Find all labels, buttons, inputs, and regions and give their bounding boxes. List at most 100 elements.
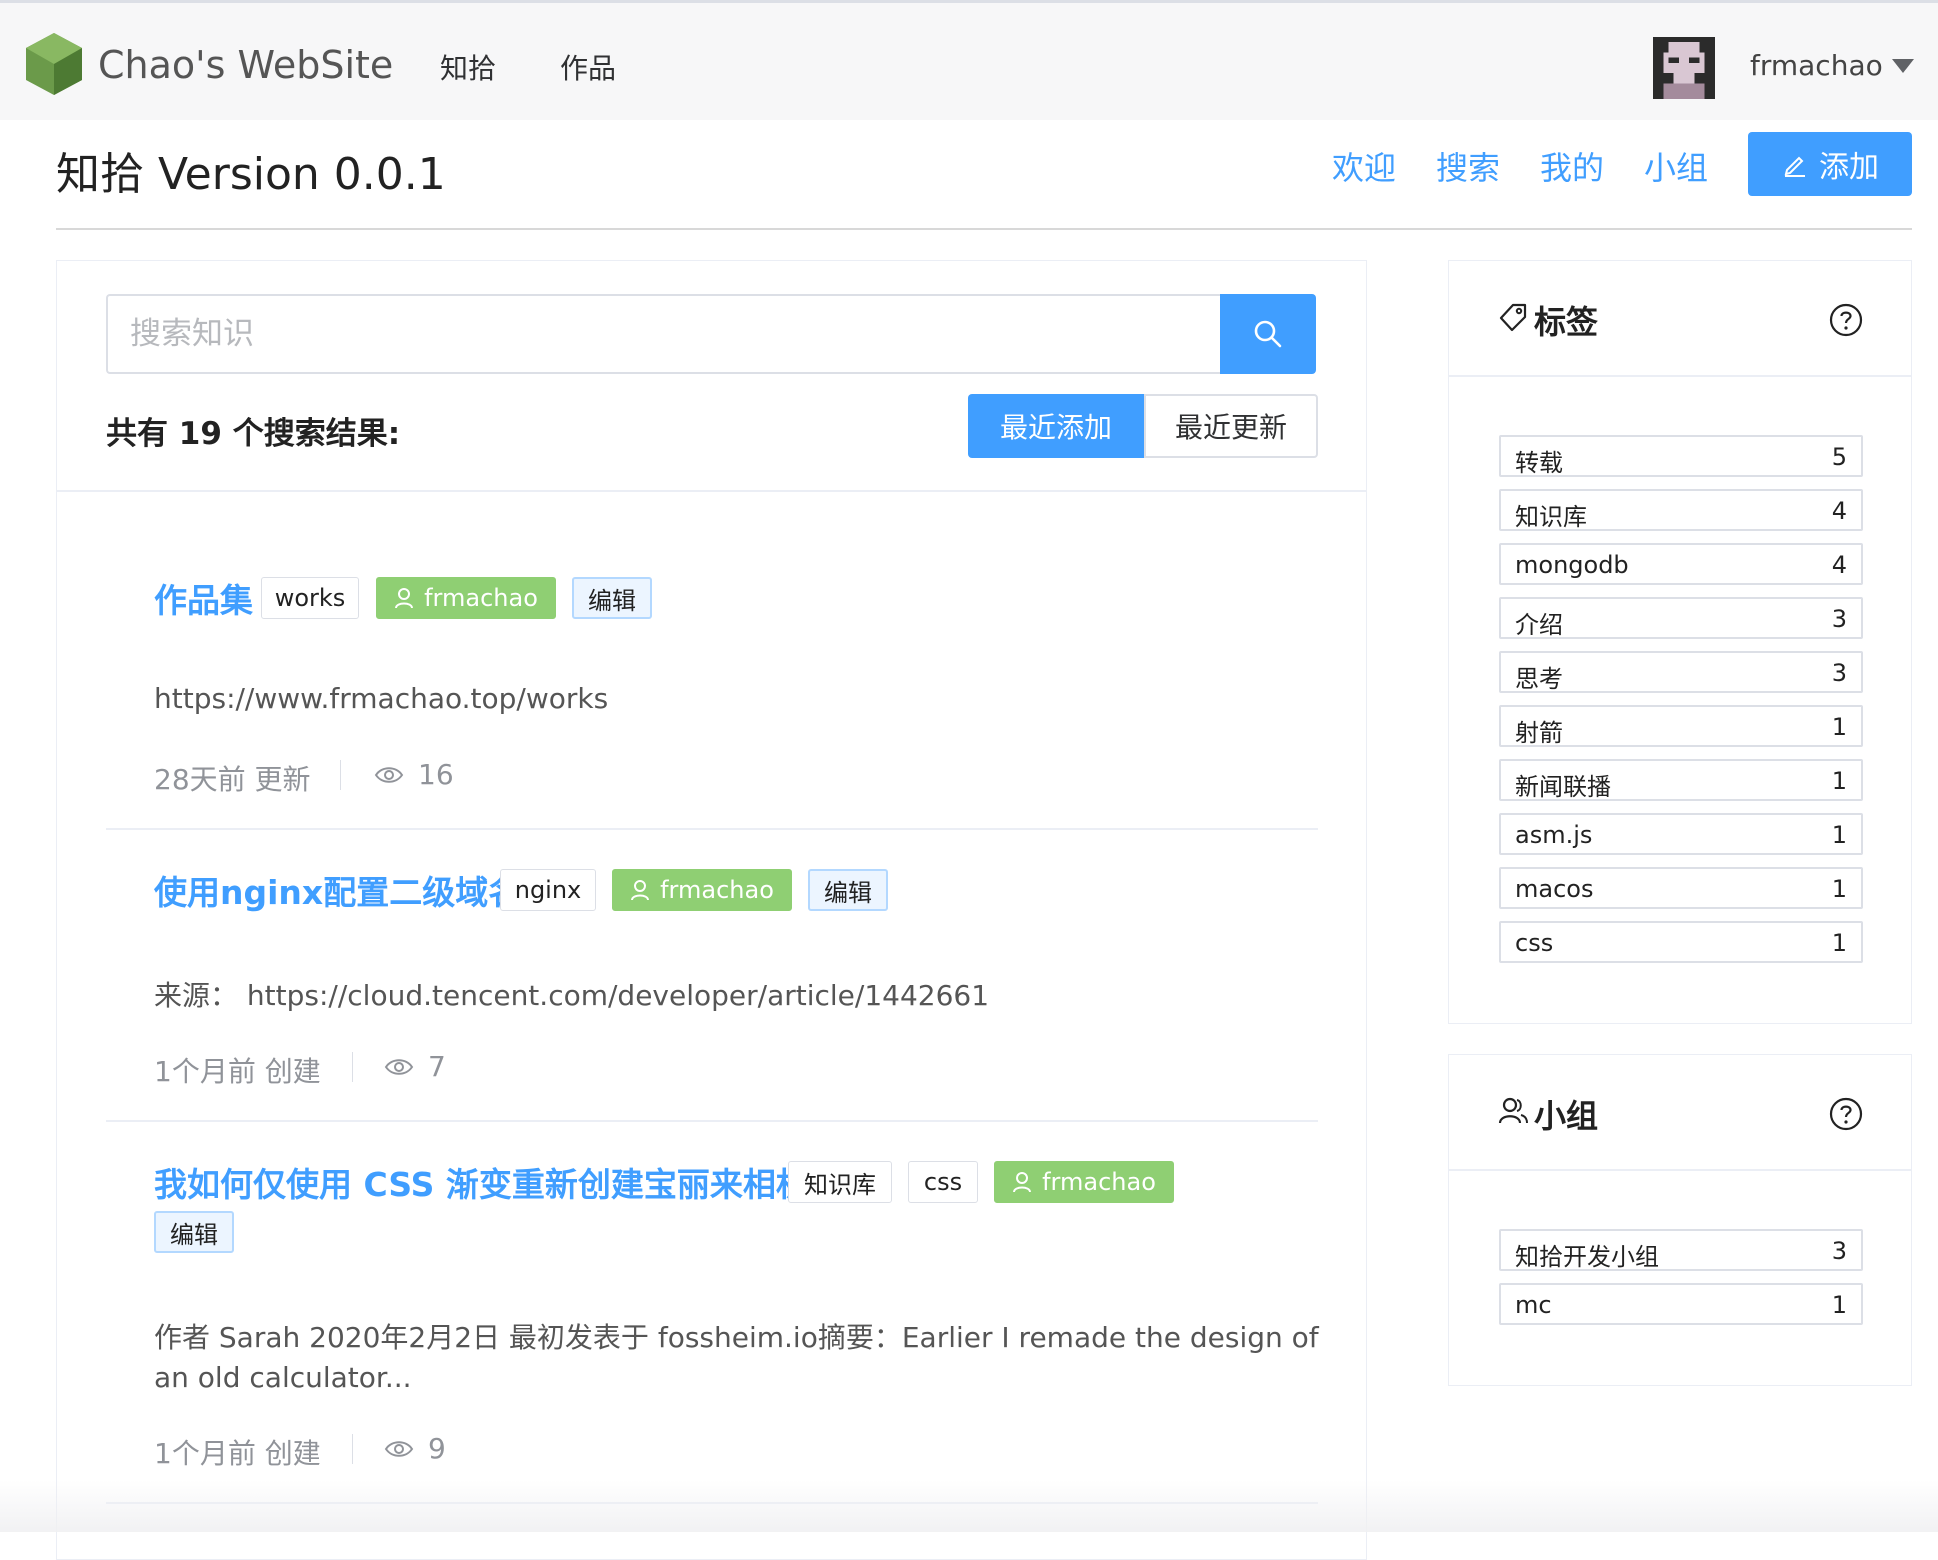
tag-item-count: 1: [1831, 767, 1847, 795]
group-item-count: 1: [1831, 1291, 1847, 1319]
article-tag[interactable]: nginx: [500, 869, 596, 911]
author-tag[interactable]: frmachao: [612, 869, 792, 911]
group-item[interactable]: mc 1: [1499, 1283, 1863, 1325]
tag-item[interactable]: macos 1: [1499, 867, 1863, 909]
avatar[interactable]: [1653, 37, 1715, 99]
tag-item-count: 1: [1831, 821, 1847, 849]
article-title[interactable]: 我如何仅使用 CSS 渐变重新创建宝丽来相机: [154, 1158, 809, 1206]
article-title[interactable]: 使用nginx配置二级域名: [154, 866, 521, 914]
edit-button[interactable]: 编辑: [154, 1211, 234, 1253]
view-count: 7: [428, 1050, 446, 1083]
article-summary-line-2: an old calculator...: [154, 1361, 412, 1394]
bottom-fade: [0, 1480, 1938, 1532]
group-item[interactable]: 知拾开发小组 3: [1499, 1229, 1863, 1271]
tag-item-count: 5: [1831, 443, 1847, 471]
list-divider: [106, 1120, 1318, 1122]
add-button-label: 添加: [1819, 150, 1879, 185]
article-time: 1个月前 创建: [154, 1055, 321, 1088]
list-divider: [106, 828, 1318, 830]
user-icon: [631, 880, 650, 901]
tag-item-label: 新闻联播: [1515, 773, 1611, 801]
tag-item[interactable]: 介绍 3: [1499, 597, 1863, 639]
author-tag[interactable]: frmachao: [376, 577, 556, 619]
tag-item-count: 1: [1831, 929, 1847, 957]
tag-item-count: 3: [1831, 605, 1847, 633]
tag-item-label: 射箭: [1515, 719, 1563, 747]
header-link-mine[interactable]: 我的: [1540, 143, 1604, 189]
tag-item[interactable]: 思考 3: [1499, 651, 1863, 693]
tag-item[interactable]: asm.js 1: [1499, 813, 1863, 855]
tag-item[interactable]: mongodb 4: [1499, 543, 1863, 585]
result-count: 共有 19 个搜索结果:: [106, 416, 401, 452]
meta-divider: [352, 1052, 353, 1082]
username[interactable]: frmachao: [1750, 49, 1883, 82]
meta-divider: [340, 760, 341, 790]
eye-icon: [384, 1441, 414, 1457]
group-item-label: mc: [1515, 1291, 1552, 1319]
group-icon: [1498, 1097, 1528, 1124]
tag-item-label: macos: [1515, 875, 1594, 903]
user-icon: [1013, 1172, 1032, 1193]
search-button[interactable]: [1220, 294, 1316, 374]
groups-panel-header: 小组: [1449, 1055, 1911, 1171]
tags-panel-title: 标签: [1534, 303, 1599, 341]
group-item-label: 知拾开发小组: [1515, 1243, 1659, 1271]
help-icon[interactable]: [1829, 1097, 1863, 1131]
tag-item-count: 4: [1831, 497, 1847, 525]
article-time: 28天前 更新: [154, 763, 311, 796]
tag-item[interactable]: 转载 5: [1499, 435, 1863, 477]
edit-button[interactable]: 编辑: [572, 577, 652, 619]
sort-recent-update-button[interactable]: 最近更新: [1144, 394, 1318, 458]
author-name: frmachao: [660, 876, 774, 904]
author-name: frmachao: [424, 584, 538, 612]
tag-item[interactable]: css 1: [1499, 921, 1863, 963]
nav-link-zhishi[interactable]: 知拾: [440, 47, 496, 87]
view-count: 16: [418, 758, 454, 791]
groups-panel: 小组 知拾开发小组 3 mc 1: [1448, 1054, 1912, 1386]
edit-icon: [1784, 156, 1805, 177]
tag-item-label: 知识库: [1515, 503, 1587, 531]
tag-item-label: 转载: [1515, 449, 1563, 477]
article-summary: https://www.frmachao.top/works: [154, 682, 609, 715]
tag-item-label: 思考: [1515, 665, 1563, 693]
tag-item[interactable]: 射箭 1: [1499, 705, 1863, 747]
tag-item[interactable]: 新闻联播 1: [1499, 759, 1863, 801]
article-tag[interactable]: 知识库: [788, 1161, 892, 1203]
help-icon[interactable]: [1829, 303, 1863, 337]
tag-item-count: 4: [1831, 551, 1847, 579]
article-summary-line-1: 作者 Sarah 2020年2月2日 最初发表于 fossheim.io摘要：E…: [154, 1321, 1319, 1354]
article-time: 1个月前 创建: [154, 1437, 321, 1470]
search-input[interactable]: [106, 294, 1220, 374]
tag-item-count: 3: [1831, 659, 1847, 687]
eye-icon: [384, 1059, 414, 1075]
header-link-groups[interactable]: 小组: [1644, 143, 1708, 189]
tag-item-label: css: [1515, 929, 1554, 957]
tag-item-label: mongodb: [1515, 551, 1629, 579]
meta-divider: [352, 1434, 353, 1464]
sort-recent-add-button[interactable]: 最近添加: [968, 394, 1144, 458]
article-tag[interactable]: css: [908, 1161, 978, 1203]
tags-panel: 标签 转载 5 知识库 4 mongodb 4 介绍 3 思考 3 射箭 1 新闻联播 1 a…: [1448, 260, 1912, 1024]
tag-item[interactable]: 知识库 4: [1499, 489, 1863, 531]
page-title: 知拾 Version 0.0.1: [56, 149, 446, 200]
tag-item-label: 介绍: [1515, 611, 1563, 639]
hexagon-logo-icon[interactable]: [24, 31, 84, 97]
tag-item-label: asm.js: [1515, 821, 1593, 849]
nav-link-works[interactable]: 作品: [560, 47, 616, 87]
article-title[interactable]: 作品集: [154, 574, 253, 622]
header-link-search[interactable]: 搜索: [1436, 143, 1500, 189]
author-name: frmachao: [1042, 1168, 1156, 1196]
top-navbar: Chao's WebSite 知拾 作品 frmachao: [0, 0, 1938, 120]
author-tag[interactable]: frmachao: [994, 1161, 1174, 1203]
card-divider: [57, 490, 1366, 492]
article-tag[interactable]: works: [261, 577, 359, 619]
add-button[interactable]: 添加: [1748, 132, 1912, 196]
header-divider: [56, 228, 1912, 230]
caret-down-icon[interactable]: [1892, 59, 1914, 73]
view-count: 9: [428, 1432, 446, 1465]
brand-name[interactable]: Chao's WebSite: [98, 43, 393, 87]
edit-button[interactable]: 编辑: [808, 869, 888, 911]
user-icon: [395, 588, 414, 609]
header-link-welcome[interactable]: 欢迎: [1332, 143, 1396, 189]
tag-item-count: 1: [1831, 713, 1847, 741]
